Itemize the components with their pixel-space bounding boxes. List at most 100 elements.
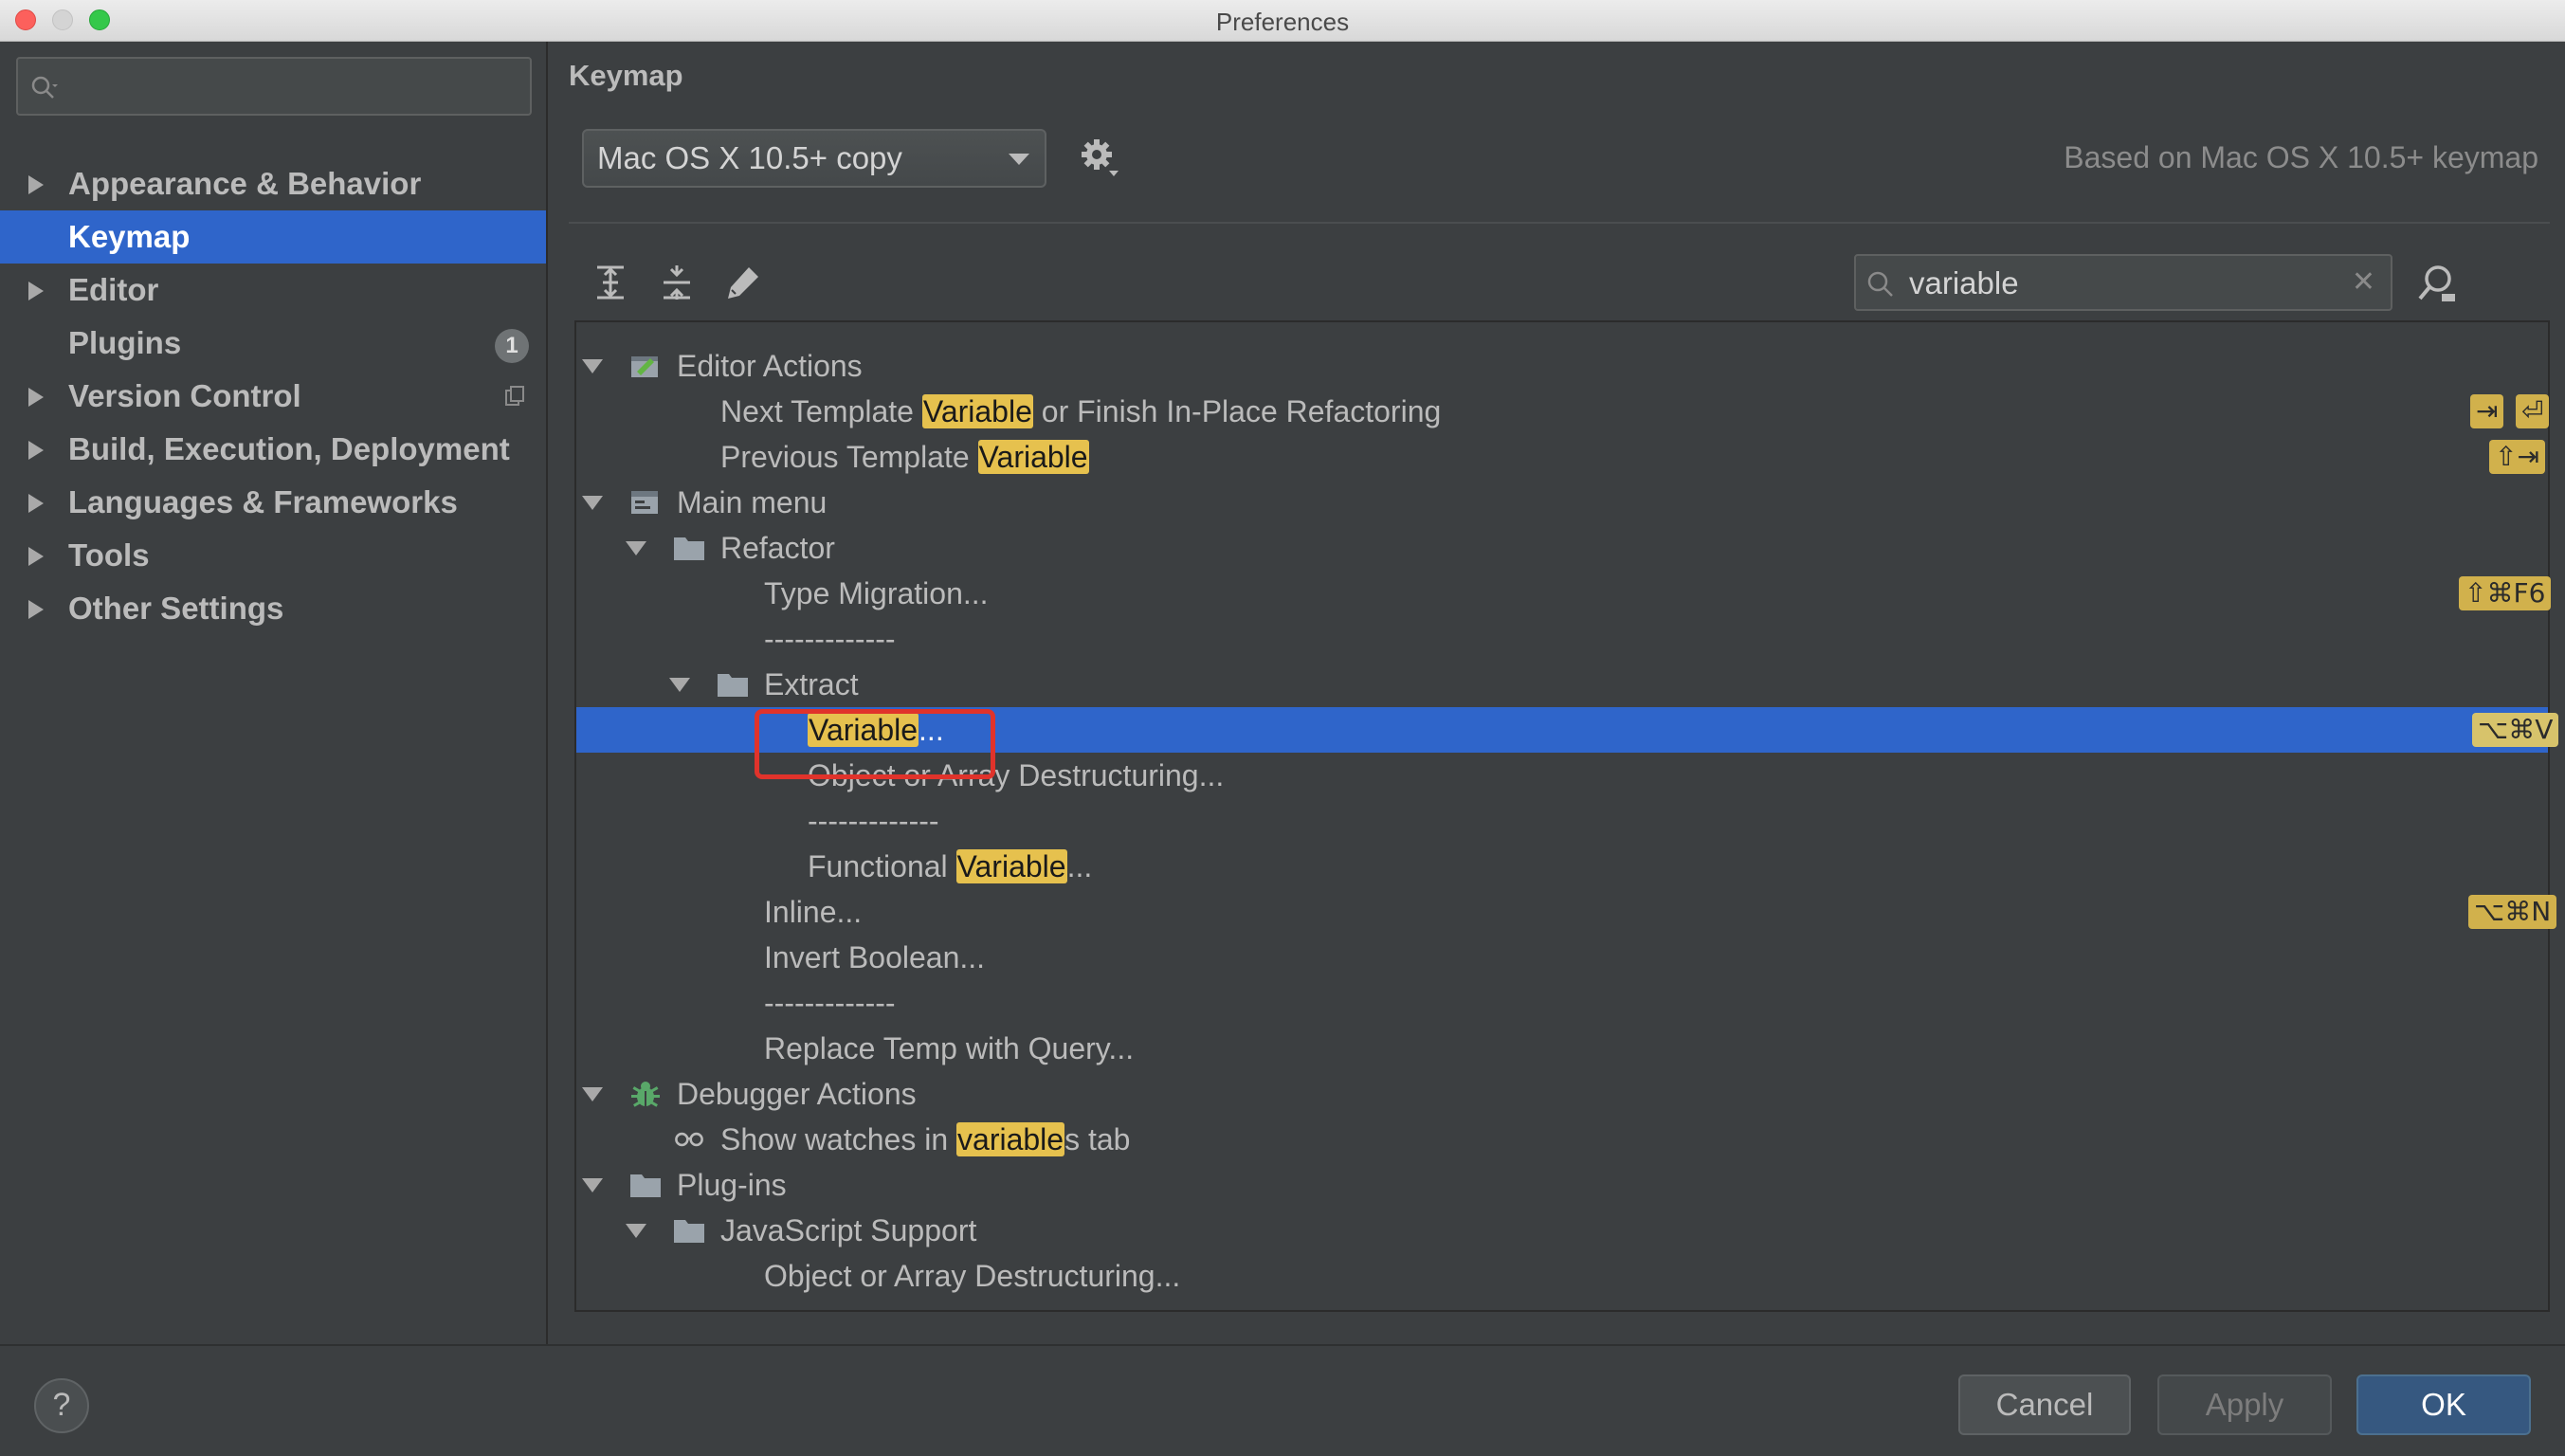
shortcut-badge: ⌥⌘N bbox=[2468, 895, 2557, 929]
label-text: Functional bbox=[808, 849, 956, 883]
action-inline[interactable]: Inline... ⌥⌘N bbox=[576, 889, 2557, 935]
action-label: Show watches in variables tab bbox=[720, 1117, 1130, 1162]
label-text: or Finish In-Place Refactoring bbox=[1032, 394, 1442, 428]
ok-button[interactable]: OK bbox=[2356, 1374, 2531, 1435]
expand-arrow-icon[interactable] bbox=[28, 494, 44, 513]
tree-node-main-menu[interactable]: Main menu bbox=[576, 480, 2548, 525]
sidebar-item-appearance[interactable]: Appearance & Behavior bbox=[0, 157, 546, 210]
action-replace-temp-with-query[interactable]: Replace Temp with Query... bbox=[576, 1026, 2548, 1071]
divider bbox=[569, 222, 2550, 224]
settings-search-input[interactable] bbox=[16, 57, 532, 116]
menu-separator: ------------- bbox=[576, 980, 2548, 1026]
filter-value: variable bbox=[1909, 265, 2019, 300]
action-next-template-variable[interactable]: Next Template Variable or Finish In-Plac… bbox=[576, 389, 2550, 434]
main-menu-icon bbox=[631, 491, 658, 514]
separator-label: ------------- bbox=[808, 804, 939, 838]
shortcut-badge: ⇧⇥ bbox=[2489, 440, 2545, 474]
gear-icon[interactable] bbox=[1079, 136, 1122, 180]
sidebar-item-version-control[interactable]: Version Control bbox=[0, 370, 546, 423]
action-label: Previous Template Variable bbox=[720, 434, 1089, 480]
folder-icon bbox=[630, 1174, 661, 1197]
tree-node-debugger-actions[interactable]: Debugger Actions bbox=[576, 1071, 2548, 1117]
glasses-icon bbox=[675, 1132, 703, 1147]
label-text: Show watches in bbox=[720, 1122, 957, 1156]
action-label: Replace Temp with Query... bbox=[764, 1031, 1135, 1065]
action-previous-template-variable[interactable]: Previous Template Variable ⇧⇥ bbox=[576, 434, 2548, 480]
search-icon bbox=[31, 76, 58, 99]
expand-arrow-icon[interactable] bbox=[28, 282, 44, 300]
tree-node-label: Main menu bbox=[677, 485, 828, 519]
tree-node-label: Refactor bbox=[720, 531, 835, 565]
plugins-update-badge: 1 bbox=[495, 329, 529, 363]
based-on-label: Based on Mac OS X 10.5+ keymap bbox=[2064, 140, 2538, 174]
sidebar-item-label: Keymap bbox=[68, 219, 191, 254]
menu-separator: ------------- bbox=[576, 616, 2548, 662]
collapse-arrow-icon[interactable] bbox=[582, 1178, 603, 1192]
sidebar-item-plugins[interactable]: Plugins 1 bbox=[0, 317, 546, 370]
sidebar-item-label: Build, Execution, Deployment bbox=[68, 431, 510, 466]
action-tree[interactable]: Editor Actions Next Template Variable or… bbox=[574, 320, 2559, 1312]
action-label: Object or Array Destructuring... bbox=[764, 1259, 1181, 1293]
action-type-migration[interactable]: Type Migration... ⇧⌘F6 bbox=[576, 571, 2552, 616]
action-js-object-array-destructuring[interactable]: Object or Array Destructuring... bbox=[576, 1253, 2548, 1299]
expand-arrow-icon[interactable] bbox=[28, 547, 44, 566]
sidebar-item-label: Version Control bbox=[68, 378, 301, 413]
shortcut-badge: ⇧⌘F6 bbox=[2459, 576, 2552, 610]
tree-node-editor-actions[interactable]: Editor Actions bbox=[576, 343, 2548, 389]
clear-filter-icon[interactable]: ✕ bbox=[2352, 265, 2375, 299]
sidebar-item-label: Appearance & Behavior bbox=[68, 166, 422, 201]
label-text: ... bbox=[1066, 849, 1093, 883]
sidebar-item-languages[interactable]: Languages & Frameworks bbox=[0, 476, 546, 529]
search-match: Variable bbox=[955, 849, 1067, 883]
help-button[interactable]: ? bbox=[34, 1378, 89, 1433]
action-filter-input[interactable]: variable ✕ bbox=[1854, 254, 2392, 311]
expand-arrow-icon[interactable] bbox=[28, 600, 44, 619]
apply-button[interactable]: Apply bbox=[2157, 1374, 2332, 1435]
project-level-icon bbox=[505, 386, 524, 406]
sidebar-item-build[interactable]: Build, Execution, Deployment bbox=[0, 423, 546, 476]
collapse-arrow-icon[interactable] bbox=[582, 359, 603, 373]
action-label: Invert Boolean... bbox=[764, 940, 986, 974]
tree-node-label: JavaScript Support bbox=[720, 1213, 977, 1247]
search-match: Variable bbox=[921, 394, 1033, 428]
keymap-dropdown-value: Mac OS X 10.5+ copy bbox=[597, 140, 902, 175]
page-title: Keymap bbox=[569, 59, 683, 92]
folder-icon bbox=[674, 1220, 704, 1243]
sidebar-item-other-settings[interactable]: Other Settings bbox=[0, 582, 546, 635]
action-label: Type Migration... bbox=[764, 576, 989, 610]
separator-label: ------------- bbox=[764, 986, 896, 1020]
expand-arrow-icon[interactable] bbox=[28, 441, 44, 460]
action-functional-variable[interactable]: Functional Variable... bbox=[576, 844, 2548, 889]
sidebar-item-tools[interactable]: Tools bbox=[0, 529, 546, 582]
tree-node-refactor[interactable]: Refactor bbox=[576, 525, 2548, 571]
collapse-arrow-icon[interactable] bbox=[582, 496, 603, 510]
action-label: Next Template Variable or Finish In-Plac… bbox=[720, 389, 1441, 434]
expand-arrow-icon[interactable] bbox=[28, 175, 44, 194]
find-by-shortcut-icon[interactable] bbox=[2413, 260, 2461, 307]
action-show-watches-in-variables-tab[interactable]: Show watches in variables tab bbox=[576, 1117, 2548, 1162]
sidebar-item-keymap[interactable]: Keymap bbox=[0, 210, 546, 264]
edit-shortcut-icon[interactable] bbox=[722, 262, 764, 303]
tree-node-javascript-support[interactable]: JavaScript Support bbox=[576, 1208, 2548, 1253]
keymap-panel: Keymap Mac OS X 10.5+ copy Based on Mac … bbox=[550, 42, 2565, 1344]
collapse-arrow-icon[interactable] bbox=[582, 1087, 603, 1101]
tree-node-extract[interactable]: Extract bbox=[576, 662, 2548, 707]
label-text: Next Template bbox=[720, 394, 922, 428]
collapse-arrow-icon[interactable] bbox=[669, 678, 690, 692]
tree-node-plugins[interactable]: Plug-ins bbox=[576, 1162, 2548, 1208]
collapse-all-icon[interactable] bbox=[656, 262, 698, 303]
dialog-footer: ? Cancel Apply OK bbox=[0, 1344, 2565, 1456]
shortcut-badge: ⌥⌘V bbox=[2472, 713, 2559, 747]
cancel-button[interactable]: Cancel bbox=[1958, 1374, 2131, 1435]
expand-all-icon[interactable] bbox=[590, 262, 631, 303]
action-invert-boolean[interactable]: Invert Boolean... bbox=[576, 935, 2548, 980]
tree-node-label: Debugger Actions bbox=[677, 1077, 917, 1111]
keymap-dropdown[interactable]: Mac OS X 10.5+ copy bbox=[582, 129, 1046, 188]
tree-node-label: Editor Actions bbox=[677, 349, 863, 383]
sidebar-item-editor[interactable]: Editor bbox=[0, 264, 546, 317]
collapse-arrow-icon[interactable] bbox=[626, 541, 646, 555]
collapse-arrow-icon[interactable] bbox=[626, 1224, 646, 1238]
sidebar-item-label: Tools bbox=[68, 537, 150, 573]
expand-arrow-icon[interactable] bbox=[28, 388, 44, 407]
sidebar-item-label: Languages & Frameworks bbox=[68, 484, 458, 519]
